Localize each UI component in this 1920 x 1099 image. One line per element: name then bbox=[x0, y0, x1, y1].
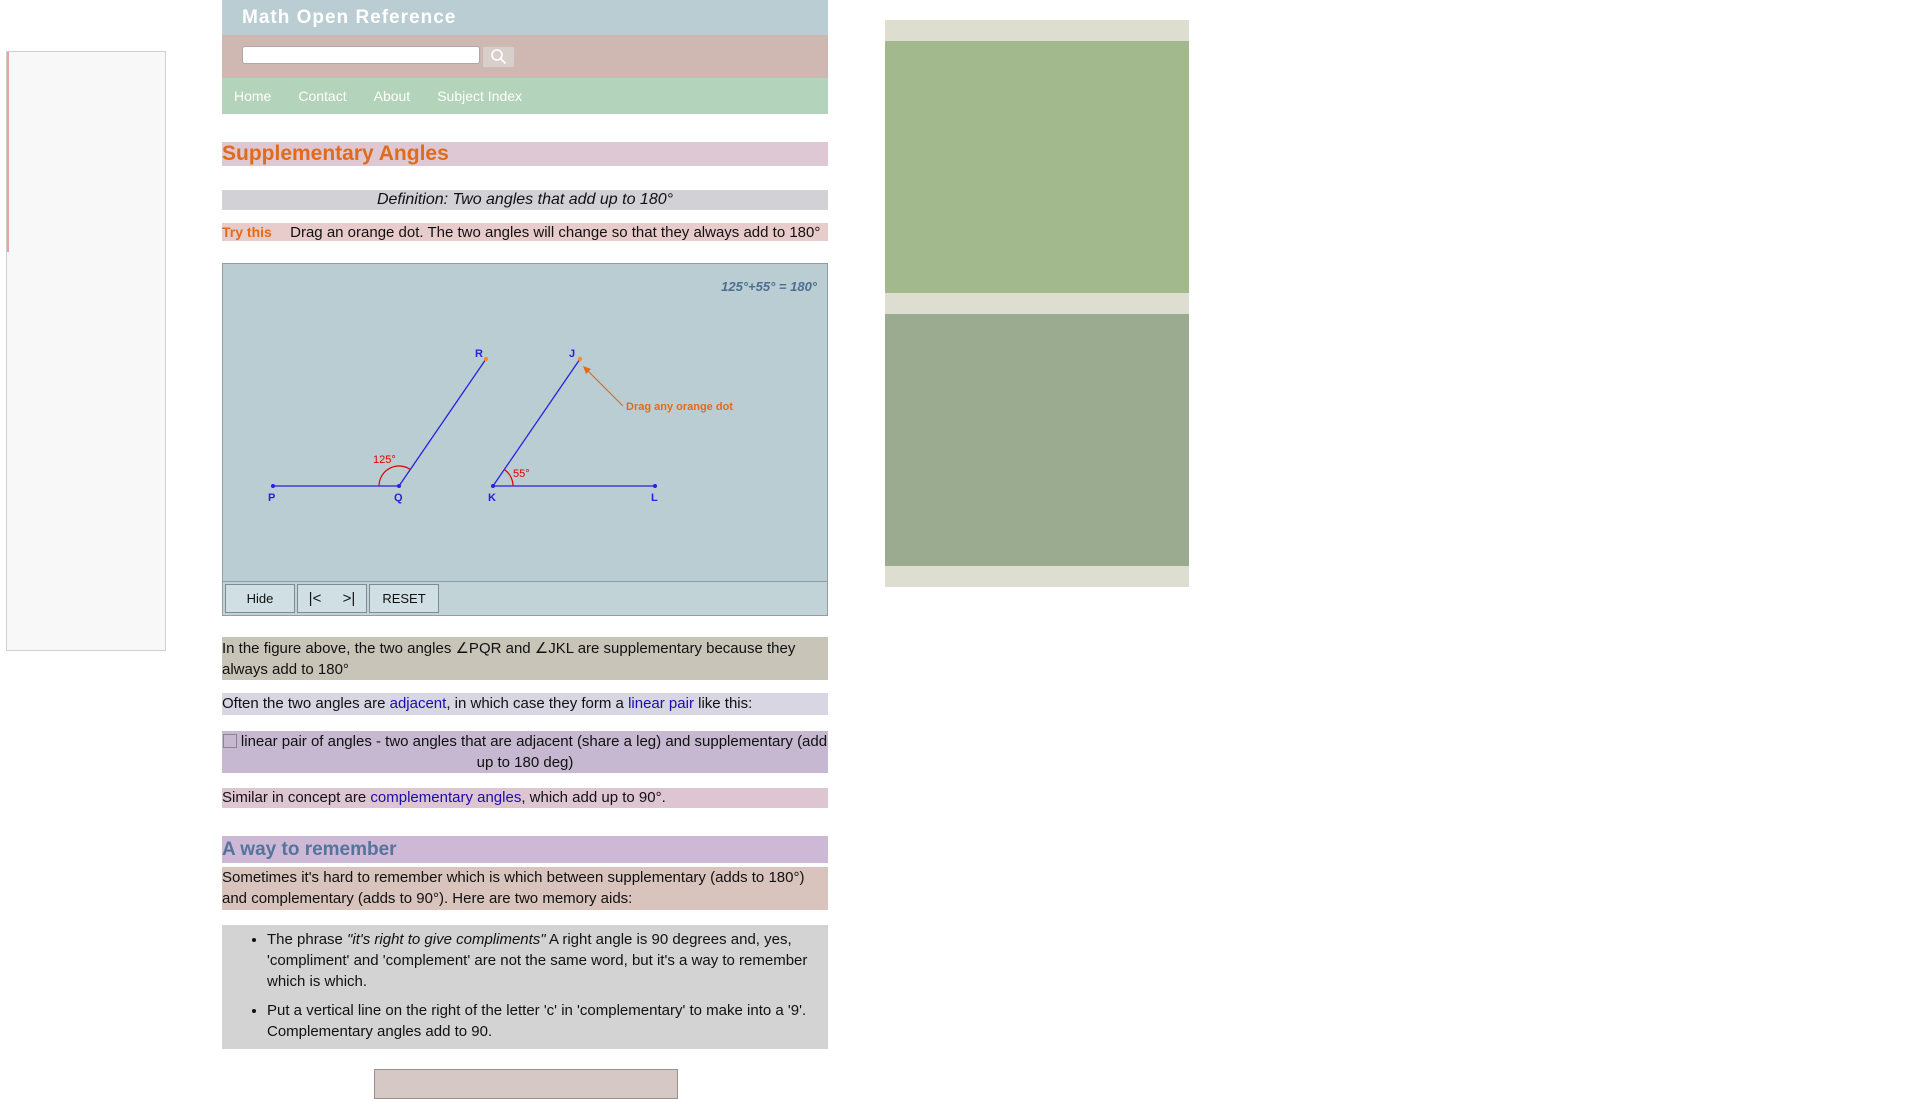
definition: Definition: Two angles that add up to 18… bbox=[222, 190, 828, 210]
ray-kj bbox=[492, 358, 581, 487]
angle-pqr-measure: 125° bbox=[373, 454, 396, 466]
adjacent-link[interactable]: adjacent bbox=[390, 695, 447, 712]
try-this-label: Try this bbox=[222, 224, 272, 240]
nav-bar: Home Contact About Subject Index bbox=[222, 78, 828, 114]
memory-aid-2: Put a vertical line on the right of the … bbox=[267, 1000, 828, 1042]
broken-image-icon bbox=[222, 734, 237, 748]
arc-jkl bbox=[503, 469, 514, 487]
complementary-paragraph-pre: Similar in concept are bbox=[222, 789, 371, 806]
linear-pair-image: linear pair of angles - two angles that … bbox=[222, 731, 828, 773]
point-p[interactable] bbox=[271, 484, 275, 488]
label-r: R bbox=[475, 348, 483, 360]
point-q bbox=[397, 484, 401, 488]
site-header: Math Open Reference bbox=[222, 0, 828, 35]
hide-button[interactable]: Hide bbox=[225, 584, 295, 613]
drag-dot-r[interactable] bbox=[483, 356, 489, 362]
memory-aid-1-pre: The phrase bbox=[267, 931, 348, 948]
search-button[interactable] bbox=[482, 46, 515, 68]
try-this-text: Drag an orange dot. The two angles will … bbox=[290, 224, 821, 241]
explanation-paragraph: In the figure above, the two angles ∠PQR… bbox=[222, 637, 828, 680]
nav-home[interactable]: Home bbox=[234, 88, 271, 104]
ray-qr bbox=[398, 358, 487, 487]
point-k bbox=[491, 484, 495, 488]
try-this-line: Try this Drag an orange dot. The two ang… bbox=[222, 223, 828, 241]
search-icon bbox=[490, 49, 506, 65]
memory-aids-list: The phrase "it's right to give complimen… bbox=[222, 925, 828, 1049]
hint-arrow-line bbox=[584, 367, 624, 407]
main-column: Math Open Reference Home Contact About S… bbox=[222, 0, 828, 1049]
reset-button[interactable]: RESET bbox=[369, 584, 439, 613]
step-back-button[interactable]: |< bbox=[309, 590, 322, 607]
left-ad-accent bbox=[7, 52, 9, 252]
label-k: K bbox=[488, 492, 496, 504]
nav-about[interactable]: About bbox=[374, 88, 411, 104]
nav-subject-index[interactable]: Subject Index bbox=[437, 88, 522, 104]
complementary-paragraph-post: , which add up to 90°. bbox=[521, 789, 666, 806]
memory-aid-1-quote: "it's right to give compliments" bbox=[347, 931, 546, 948]
ad-panel-2[interactable] bbox=[885, 314, 1189, 566]
section-title-remember: A way to remember bbox=[222, 836, 828, 863]
angle-applet: 125°+55° = 180° P Q R J K L 125° 55° Dra… bbox=[222, 263, 828, 616]
angle-jkl-measure: 55° bbox=[513, 468, 530, 480]
ad-strip-top bbox=[885, 20, 1189, 41]
search-input[interactable] bbox=[242, 46, 480, 64]
drag-dot-j[interactable] bbox=[577, 356, 583, 362]
image-alt-text: linear pair of angles - two angles that … bbox=[240, 733, 828, 771]
label-p: P bbox=[268, 492, 275, 504]
complementary-angles-link[interactable]: complementary angles bbox=[370, 789, 521, 806]
ad-strip-middle bbox=[885, 293, 1189, 314]
step-forward-button[interactable]: >| bbox=[343, 590, 356, 607]
drag-hint: Drag any orange dot bbox=[626, 401, 733, 413]
label-j: J bbox=[569, 348, 575, 360]
complementary-paragraph: Similar in concept are complementary ang… bbox=[222, 788, 828, 808]
left-ad-frame bbox=[6, 51, 166, 651]
angle-figure: P Q R J K L 125° 55° Drag any orange dot bbox=[268, 348, 733, 504]
adjacent-paragraph: Often the two angles are adjacent, in wh… bbox=[222, 693, 828, 715]
adjacent-paragraph-mid: , in which case they form a bbox=[446, 695, 629, 712]
ad-strip-bottom bbox=[885, 566, 1189, 587]
nav-contact[interactable]: Contact bbox=[298, 88, 346, 104]
point-l[interactable] bbox=[653, 484, 657, 488]
label-l: L bbox=[651, 492, 658, 504]
label-q: Q bbox=[394, 492, 403, 504]
adjacent-paragraph-pre: Often the two angles are bbox=[222, 695, 390, 712]
ad-panel-1[interactable] bbox=[885, 41, 1189, 293]
bottom-figure-box bbox=[374, 1069, 678, 1099]
memory-aid-1: The phrase "it's right to give complimen… bbox=[267, 929, 828, 992]
step-buttons: |< >| bbox=[297, 584, 367, 613]
memory-intro-paragraph: Sometimes it's hard to remember which is… bbox=[222, 867, 828, 910]
linear-pair-link[interactable]: linear pair bbox=[628, 695, 694, 712]
right-ad-column bbox=[885, 20, 1189, 587]
page-title: Supplementary Angles bbox=[222, 142, 828, 166]
adjacent-paragraph-post: like this: bbox=[693, 695, 753, 712]
search-bar bbox=[222, 35, 828, 78]
site-title[interactable]: Math Open Reference bbox=[242, 7, 456, 29]
applet-controls: Hide |< >| RESET bbox=[223, 581, 827, 615]
